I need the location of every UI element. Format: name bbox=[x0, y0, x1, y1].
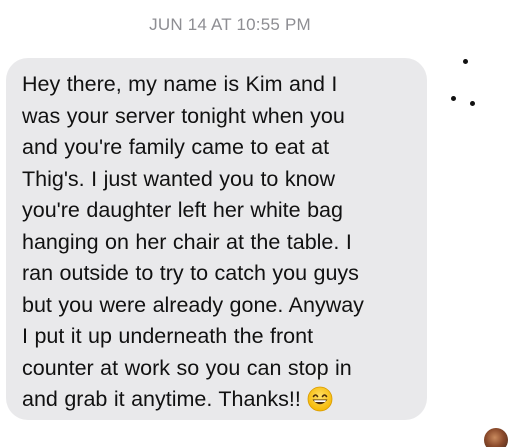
contact-avatar[interactable] bbox=[484, 428, 508, 447]
message-body: Hey there, my name is Kim and I was your… bbox=[22, 72, 364, 411]
message-thread: JUN 14 AT 10:55 PM Hey there, my name is… bbox=[0, 0, 512, 447]
typing-dot bbox=[451, 96, 456, 101]
typing-dot bbox=[470, 101, 475, 106]
message-timestamp: JUN 14 AT 10:55 PM bbox=[149, 15, 311, 34]
grinning-face-emoji-icon bbox=[307, 386, 333, 412]
message-text: Hey there, my name is Kim and I was your… bbox=[22, 69, 415, 416]
typing-dot bbox=[463, 59, 468, 64]
received-message-bubble[interactable]: Hey there, my name is Kim and I was your… bbox=[6, 58, 427, 420]
